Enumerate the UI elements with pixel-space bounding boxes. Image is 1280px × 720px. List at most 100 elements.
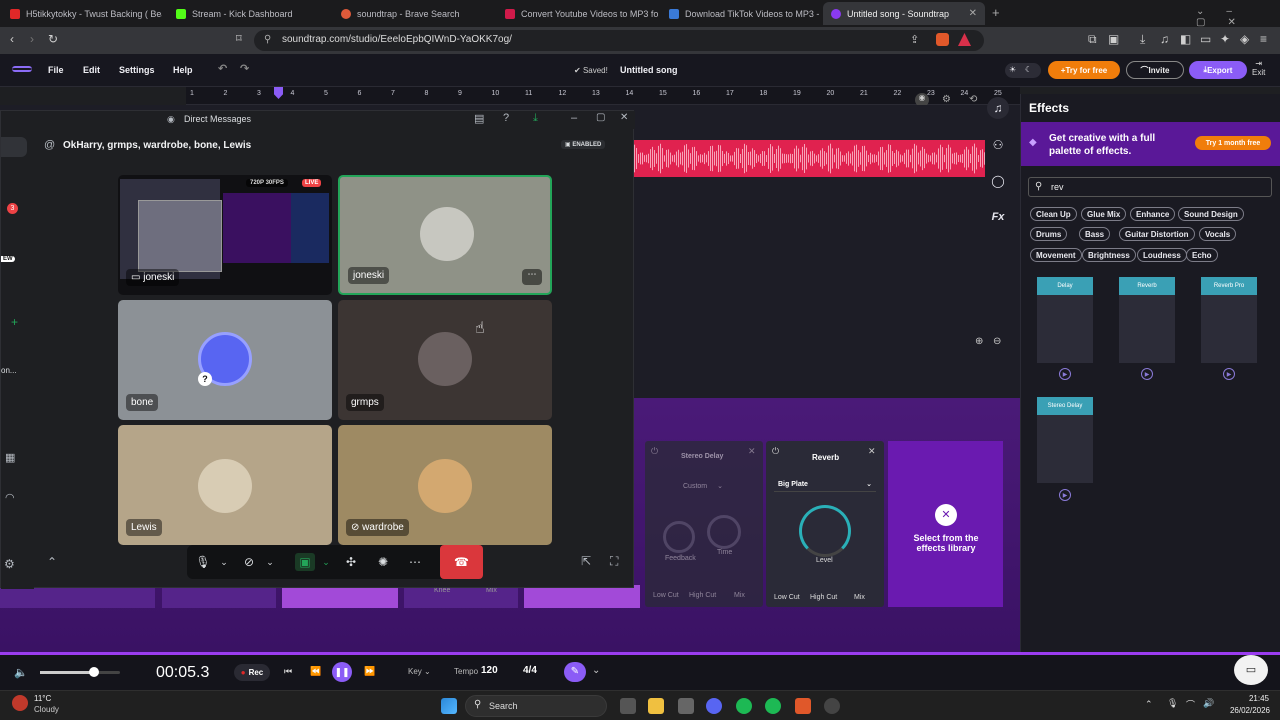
chip[interactable]: Enhance [1130,207,1176,221]
vpn-icon[interactable]: ◈ [1240,32,1249,46]
play-preview-icon[interactable]: ▶ [1059,368,1071,380]
chip[interactable]: Guitar Distortion [1119,227,1195,241]
gear-icon[interactable]: ⚙ [942,94,951,105]
bookmark-icon[interactable]: ⌑ [236,32,242,45]
theme-toggle[interactable]: ☀ ☾ [1005,63,1041,78]
soundtrap-logo-icon[interactable] [12,66,32,72]
music-note-icon[interactable]: ♫ [987,97,1009,119]
brave-shield-icon[interactable] [936,33,949,46]
discord-icon[interactable] [706,698,722,714]
reload-icon[interactable]: ↻ [48,32,58,46]
menu-help[interactable]: Help [173,65,193,75]
address-bar[interactable]: ⚲ soundtrap.com/studio/EeeloEpbQIWnD-YaO… [254,30,984,51]
chip[interactable]: Vocals [1199,227,1237,241]
file-explorer-icon[interactable] [648,698,664,714]
try-free-button[interactable]: + Try for free [1048,61,1120,79]
help-icon[interactable]: ? [503,112,509,124]
preset-select[interactable]: Custom ⌄ [653,479,753,493]
speaker-icon[interactable]: 🔈 [14,666,28,679]
chat-icon[interactable]: ◯ [987,170,1009,192]
browser-tab[interactable]: H5tikkytokky - Twust Backing ( Beat ... [2,2,162,25]
audio-region[interactable] [630,140,985,177]
menu-edit[interactable]: Edit [83,65,100,75]
participant-tile-speaking[interactable]: joneski ⋯ [338,175,552,295]
add-server-icon[interactable]: + [11,315,18,329]
obs-icon[interactable] [824,698,840,714]
close-tab-icon[interactable]: ✕ [969,8,977,19]
inbox-icon[interactable]: ▤ [474,112,484,125]
channel-name[interactable]: on... [1,366,17,375]
preset-reverb-pro[interactable]: Reverb Pro [1201,277,1257,363]
export-button[interactable]: ⤓ Export [1189,61,1247,79]
forward-icon[interactable]: › [30,32,34,46]
song-title[interactable]: Untitled song [620,65,678,75]
chip[interactable]: Bass [1079,227,1111,241]
rewind-icon[interactable]: ⏪ [310,666,321,677]
chevron-down-icon[interactable]: ⌄ [214,553,234,571]
share-icon[interactable]: ⇪ [910,33,919,46]
volume-slider[interactable] [40,667,120,677]
brave-rewards-icon[interactable] [958,33,971,46]
chip[interactable]: Movement [1030,248,1082,262]
chip[interactable]: Clean Up [1030,207,1077,221]
minimize-icon[interactable]: – [571,112,577,124]
soundboard-icon[interactable]: ▦ [5,451,15,464]
key-selector[interactable]: Key ⌄ [408,667,431,676]
extensions-icon[interactable]: ⧉ [1088,32,1097,47]
close-icon[interactable]: ✕ [748,446,756,457]
camera-off-icon[interactable]: ⊘ [239,553,259,571]
chip[interactable]: Drums [1030,227,1068,241]
taskbar-search[interactable]: ⚲ Search [465,695,607,717]
mic-icon[interactable]: 🎙 [1167,698,1178,709]
site-info-icon[interactable]: ⚲ [264,34,271,45]
participant-tile[interactable]: ? bone [118,300,332,420]
tempo-value[interactable]: 120 [481,665,498,676]
invite-button[interactable]: ⌒ Invite [1126,61,1184,79]
wallet-icon[interactable]: ▭ [1200,32,1211,46]
browser-tab-active[interactable]: Untitled song - Soundtrap ✕ [823,2,985,25]
chevron-down-icon[interactable]: ⌄ [316,553,336,571]
back-icon[interactable]: ‹ [10,32,14,46]
pause-button[interactable]: ❚❚ [332,662,352,682]
power-icon[interactable]: ⏻ [651,446,658,457]
maximize-icon[interactable]: ▢ [596,112,605,123]
play-preview-icon[interactable]: ▶ [1059,489,1071,501]
close-icon[interactable]: ✕ [868,446,876,457]
activities-icon[interactable]: ✣ [341,553,361,571]
select-library-card[interactable]: ✕ Select from the effects library [888,441,1003,607]
undo-icon[interactable]: ↶ [218,62,227,75]
brave-icon[interactable] [795,698,811,714]
volume-handle[interactable] [89,667,100,677]
fx-icon[interactable]: Fx [987,206,1009,228]
chevron-down-icon[interactable]: ⌄ [592,665,600,676]
exit-button[interactable]: ⇥ Exit [1252,59,1265,77]
add-effect-icon[interactable]: ✕ [935,504,957,526]
play-preview-icon[interactable]: ▶ [1141,368,1153,380]
stereo-delay-card[interactable]: ⏻ Stereo Delay ✕ Custom ⌄ Feedback Time L… [645,441,763,607]
chip[interactable]: Loudness [1137,248,1187,262]
enabled-badge[interactable]: ▣ ENABLED [561,140,606,149]
zoom-out-icon[interactable]: ⊖ [993,336,1001,347]
music-icon[interactable]: ♫ [1160,32,1169,46]
browser-tab[interactable]: Download TikTok Videos to MP3 - Fr... [661,2,821,25]
microphone-icon[interactable]: 🎙 [193,553,213,571]
dm-button[interactable] [1,137,27,157]
menu-icon[interactable]: ≡ [1260,32,1267,46]
participant-tile[interactable]: grmps [338,300,552,420]
chip[interactable]: Sound Design [1178,207,1244,221]
chip[interactable]: Brightness [1082,248,1136,262]
wifi-icon[interactable]: ⌒ [1186,698,1195,711]
loop-icon[interactable]: ⟲ [969,94,977,105]
participant-tile-stream[interactable]: 720P 30FPS LIVE ▭ joneski [118,175,332,295]
browser-tab[interactable]: Convert Youtube Videos to MP3 for ... [497,2,659,25]
popout-icon[interactable]: ⇱ [581,554,591,568]
sidebar-icon[interactable]: ◧ [1180,32,1191,46]
timeline-ruler[interactable]: 1 2 3 4 5 6 7 8 9 10 11 12 13 14 15 16 17 18 19 20 21 22 23 24 2… [186,87,1020,105]
preset-select[interactable]: Big Plate ⌄ [774,477,876,492]
leo-icon[interactable]: ✦ [1220,32,1230,46]
disconnect-icon[interactable]: ☎ [440,545,483,579]
time-signature[interactable]: 4/4 [523,665,537,676]
headset-icon[interactable]: ◠ [5,491,15,504]
preset-reverb[interactable]: Reverb [1119,277,1175,363]
weather-icon[interactable] [12,695,28,711]
